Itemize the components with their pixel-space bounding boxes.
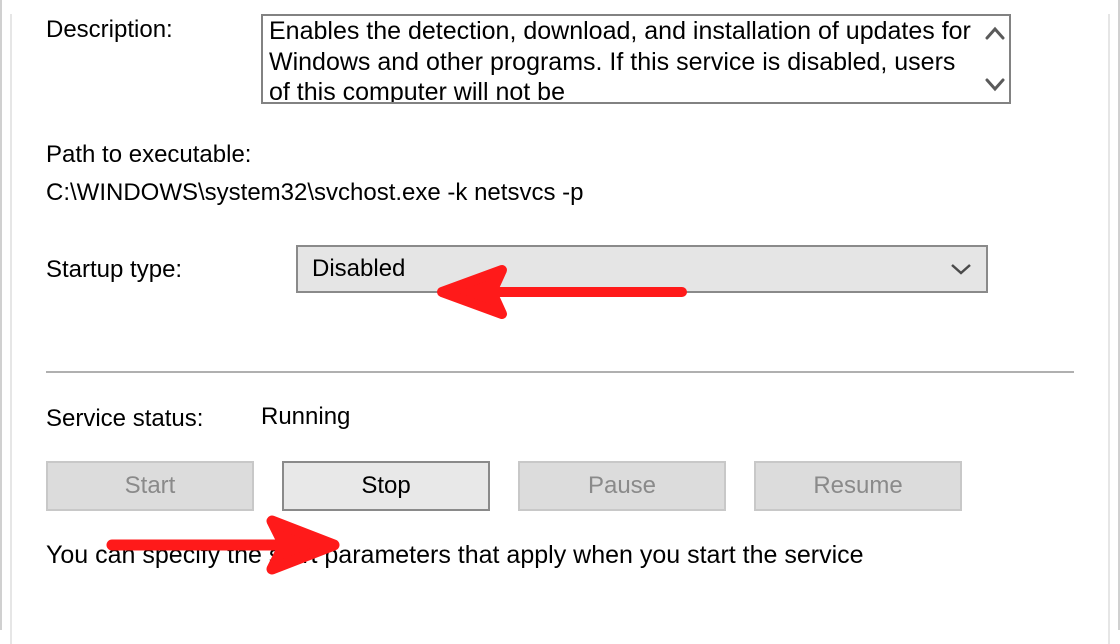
path-value: C:\WINDOWS\system32\svchost.exe -k netsv… (46, 174, 1074, 212)
scroll-down-icon[interactable] (985, 74, 1005, 96)
window-outer-border: Description: Enables the detection, down… (0, 0, 1120, 630)
startup-row: Startup type: Disabled (46, 245, 1074, 293)
pause-button: Pause (518, 461, 726, 511)
description-textbox[interactable]: Enables the detection, download, and ins… (261, 14, 1011, 104)
service-buttons-row: Start Stop Pause Resume (46, 461, 1074, 511)
description-label: Description: (46, 14, 261, 44)
chevron-down-icon (950, 255, 972, 283)
resume-button: Resume (754, 461, 962, 511)
path-label: Path to executable: (46, 136, 1074, 174)
path-block: Path to executable: C:\WINDOWS\system32\… (46, 136, 1074, 213)
status-row: Service status: Running (46, 403, 1074, 433)
startup-type-selected: Disabled (312, 255, 405, 283)
description-text: Enables the detection, download, and ins… (269, 16, 981, 104)
stop-button[interactable]: Stop (282, 461, 490, 511)
start-button: Start (46, 461, 254, 511)
startup-type-dropdown[interactable]: Disabled (296, 245, 988, 293)
start-parameters-hint: You can specify the start parameters tha… (46, 541, 1074, 570)
description-row: Description: Enables the detection, down… (46, 14, 1074, 104)
startup-label: Startup type: (46, 254, 296, 284)
scroll-up-icon[interactable] (985, 22, 1005, 44)
status-value: Running (261, 403, 350, 431)
status-label: Service status: (46, 403, 261, 433)
description-scrollbar[interactable] (981, 16, 1009, 102)
section-divider (46, 371, 1074, 373)
dialog-panel: Description: Enables the detection, down… (10, 14, 1110, 644)
